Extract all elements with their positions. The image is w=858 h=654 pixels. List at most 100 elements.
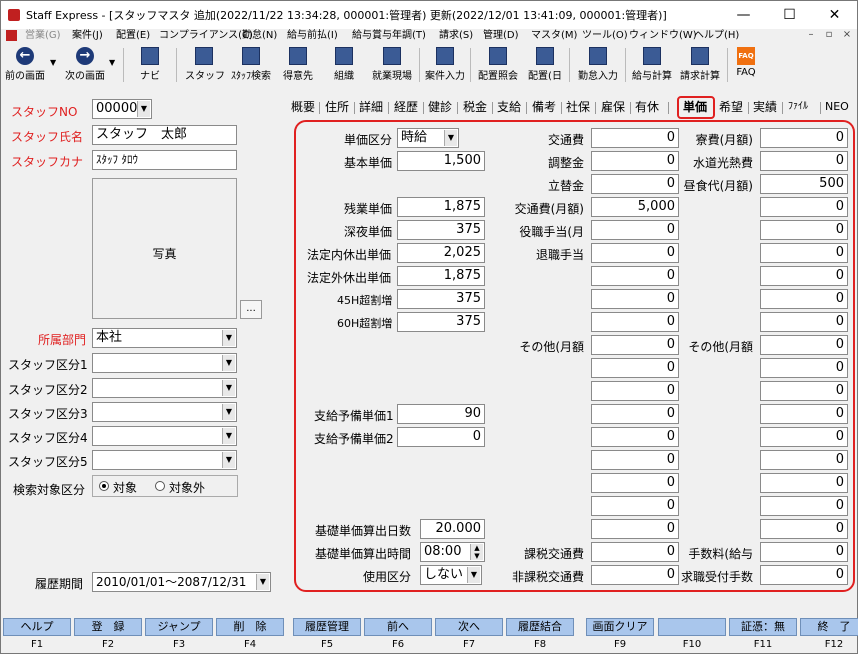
deduction-field-7[interactable]: 0	[760, 266, 848, 286]
deduction-field-1[interactable]: 0	[760, 128, 848, 148]
allowance-field-9[interactable]: 0	[591, 312, 679, 332]
menu-case[interactable]: 案件(J)	[72, 29, 103, 43]
work-site-button[interactable]: 就業現場	[369, 44, 415, 86]
tab-employment-ins[interactable]: 雇保	[601, 98, 625, 116]
menu-prepay[interactable]: 給与前払(I)	[287, 29, 338, 43]
calc-days-field[interactable]: 20.000	[420, 519, 485, 539]
menu-tools[interactable]: ツール(O)	[582, 29, 628, 43]
deduction-field-19[interactable]: 0	[760, 542, 848, 562]
minimize-button[interactable]: —	[721, 1, 766, 29]
fkey-evidence-button[interactable]: 証憑：無	[729, 618, 797, 636]
deduction-field-5[interactable]: 0	[760, 220, 848, 240]
allowance-field-6[interactable]: 0	[591, 243, 679, 263]
tab-wish[interactable]: 希望	[719, 98, 743, 116]
fkey-f10-button[interactable]	[658, 618, 726, 636]
allowance-field-15[interactable]: 0	[591, 450, 679, 470]
fkey-prev-button[interactable]: 前へ	[364, 618, 432, 636]
allowance-field-3[interactable]: 0	[591, 174, 679, 194]
deduction-field-4[interactable]: 0	[760, 197, 848, 217]
mdi-close-button[interactable]: ×	[840, 29, 854, 40]
menu-compliance[interactable]: コンプライアンス(C)	[159, 29, 253, 43]
legal-holiday-out-field[interactable]: 1,875	[397, 266, 485, 286]
fkey-exit-button[interactable]: 終 了	[800, 618, 858, 636]
fkey-jump-button[interactable]: ジャンプ	[145, 618, 213, 636]
allowance-field-18[interactable]: 0	[591, 519, 679, 539]
search-off-radio[interactable]	[155, 481, 165, 491]
base-price-field[interactable]: 1,500	[397, 151, 485, 171]
allowance-field-17[interactable]: 0	[591, 496, 679, 516]
tab-notes[interactable]: 備考	[532, 98, 556, 116]
pay-calc-button[interactable]: 給与計算	[629, 44, 675, 86]
staff-class5-select[interactable]: ▼	[92, 450, 237, 470]
staff-no-select[interactable]: 000005 ▼	[92, 99, 152, 119]
deduction-field-16[interactable]: 0	[760, 473, 848, 493]
over45-field[interactable]: 375	[397, 289, 485, 309]
app-menu-icon[interactable]	[6, 30, 17, 41]
deduction-field-6[interactable]: 0	[760, 243, 848, 263]
legal-holiday-in-field[interactable]: 2,025	[397, 243, 485, 263]
tab-career[interactable]: 経歴	[394, 98, 418, 116]
deduction-field-20[interactable]: 0	[760, 565, 848, 585]
deduction-field-12[interactable]: 0	[760, 381, 848, 401]
staff-class4-select[interactable]: ▼	[92, 426, 237, 446]
tab-social-ins[interactable]: 社保	[566, 98, 590, 116]
staff-class3-select[interactable]: ▼	[92, 402, 237, 422]
attendance-input-button[interactable]: 勤怠入力	[575, 44, 621, 86]
assign-inquiry-button[interactable]: 配置照会	[475, 44, 521, 86]
faq-button[interactable]: FAQ FAQ	[731, 44, 761, 86]
deduction-field-18[interactable]: 0	[760, 519, 848, 539]
menu-window[interactable]: ウィンドウ(W)	[629, 29, 697, 43]
staff-kana-field[interactable]: ｽﾀｯﾌ ﾀﾛｳ	[92, 150, 237, 170]
deduction-field-11[interactable]: 0	[760, 358, 848, 378]
night-price-field[interactable]: 375	[397, 220, 485, 240]
prev-screen-button[interactable]: ← 前の画面	[3, 44, 47, 86]
allowance-field-7[interactable]: 0	[591, 266, 679, 286]
overtime-price-field[interactable]: 1,875	[397, 197, 485, 217]
fkey-clear-screen-button[interactable]: 画面クリア	[586, 618, 654, 636]
allowance-field-20[interactable]: 0	[591, 565, 679, 585]
allowance-field-16[interactable]: 0	[591, 473, 679, 493]
tab-overview[interactable]: 概要	[291, 98, 315, 116]
search-on-radio[interactable]	[99, 481, 109, 491]
staff-class2-select[interactable]: ▼	[92, 378, 237, 398]
maximize-button[interactable]: ☐	[767, 1, 812, 29]
navi-button[interactable]: ナビ	[133, 44, 167, 86]
allowance-field-12[interactable]: 0	[591, 381, 679, 401]
deduction-field-2[interactable]: 0	[760, 151, 848, 171]
case-input-button[interactable]: 案件入力	[423, 44, 467, 86]
staff-search-button[interactable]: ｽﾀｯﾌ検索	[229, 44, 273, 86]
mdi-restore-button[interactable]: ▫	[822, 29, 836, 40]
use-type-select[interactable]: しない ▼	[420, 565, 482, 585]
menu-master[interactable]: マスタ(M)	[531, 29, 577, 43]
allowance-field-13[interactable]: 0	[591, 404, 679, 424]
deduction-field-3[interactable]: 500	[760, 174, 848, 194]
org-button[interactable]: 組織	[327, 44, 361, 86]
tab-neo[interactable]: NEO	[825, 98, 849, 116]
client-button[interactable]: 得意先	[279, 44, 317, 86]
tab-results[interactable]: 実績	[753, 98, 777, 116]
deduction-field-13[interactable]: 0	[760, 404, 848, 424]
over60-field[interactable]: 375	[397, 312, 485, 332]
allowance-field-2[interactable]: 0	[591, 151, 679, 171]
menu-billing[interactable]: 請求(S)	[439, 29, 473, 43]
mdi-minimize-button[interactable]: –	[804, 29, 818, 40]
deduction-field-10[interactable]: 0	[760, 335, 848, 355]
tab-paid-leave[interactable]: 有休	[635, 98, 659, 116]
staff-name-field[interactable]: スタッフ 太郎	[92, 125, 237, 145]
fkey-help-button[interactable]: ヘルプ	[3, 618, 71, 636]
fkey-history-manage-button[interactable]: 履歴管理	[293, 618, 361, 636]
photo-browse-button[interactable]: ...	[240, 300, 262, 319]
allowance-field-19[interactable]: 0	[591, 542, 679, 562]
tab-address[interactable]: 住所	[325, 98, 349, 116]
menu-help[interactable]: ヘルプ(H)	[694, 29, 739, 43]
deduction-field-8[interactable]: 0	[760, 289, 848, 309]
menu-admin[interactable]: 管理(D)	[483, 29, 519, 43]
next-dropdown-icon[interactable]: ▼	[109, 58, 115, 67]
allowance-field-11[interactable]: 0	[591, 358, 679, 378]
tab-payment[interactable]: 支給	[497, 98, 521, 116]
tab-tax[interactable]: 税金	[463, 98, 487, 116]
deduction-field-15[interactable]: 0	[760, 450, 848, 470]
staff-class1-select[interactable]: ▼	[92, 353, 237, 373]
history-period-select[interactable]: 2010/01/01～2087/12/31 ▼	[92, 572, 271, 592]
fkey-delete-button[interactable]: 削 除	[216, 618, 284, 636]
